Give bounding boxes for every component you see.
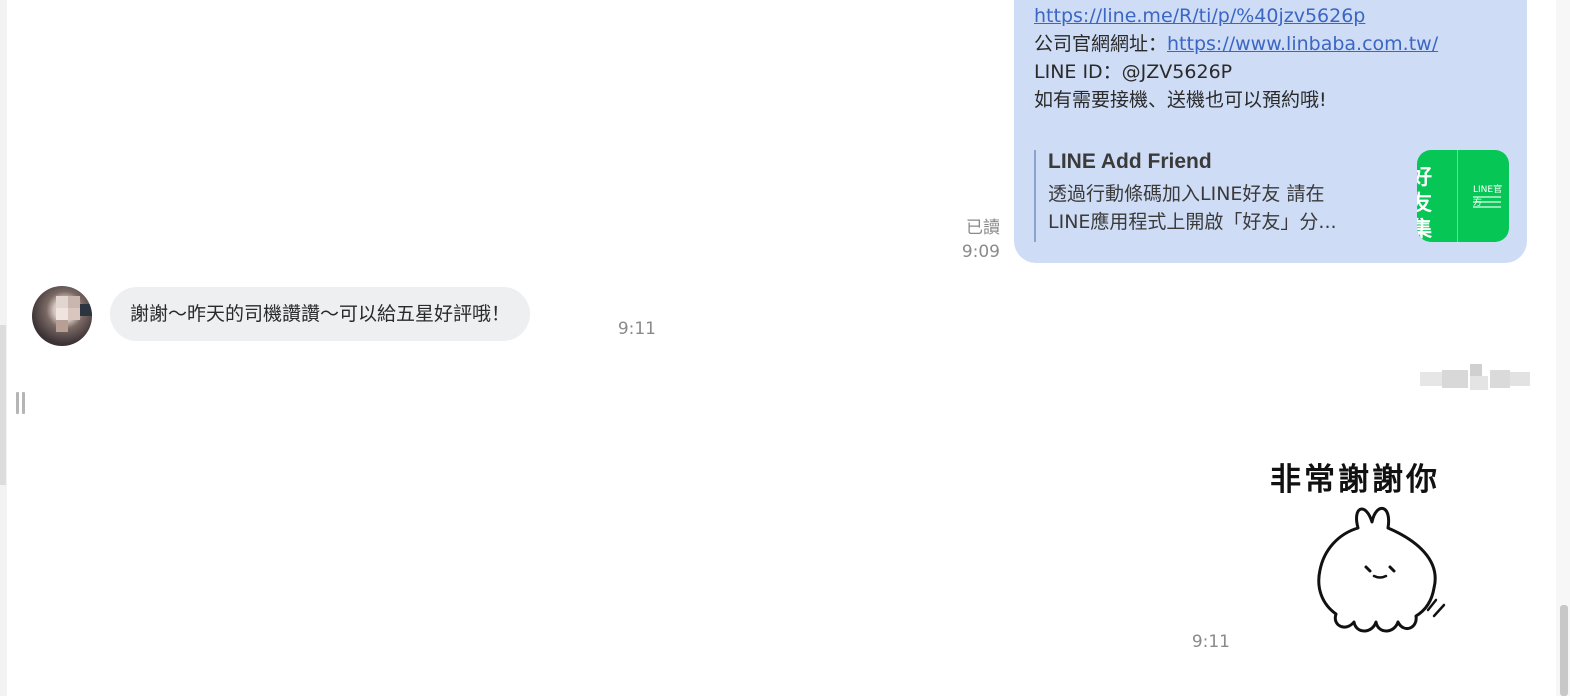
sender-name-blurred — [1420, 364, 1532, 394]
incoming-message-time: 9:11 — [617, 319, 656, 339]
avatar-pixel — [56, 308, 68, 320]
avatar-pixel — [68, 308, 80, 320]
note-text: 如有需要接機、送機也可以預約哦! — [1034, 89, 1327, 111]
message-text: https://line.me/R/ti/p/%40jzv5626p 公司官網網… — [1034, 2, 1438, 114]
drag-handle-icon[interactable] — [16, 392, 26, 414]
sticker-message-time: 9:11 — [1191, 632, 1230, 652]
link-preview-card[interactable]: LINE Add Friend 透過行動條碼加入LINE好友 請在 LINE應用… — [1034, 150, 1509, 242]
preview-thumbnail[interactable]: 好友集中 LINE官方 — [1417, 150, 1509, 242]
thumb-divider — [1457, 150, 1458, 242]
user-avatar-icon[interactable] — [32, 286, 92, 346]
message-time: 9:09 — [961, 242, 1000, 262]
rabbit-sticker[interactable]: 非常謝謝你 — [1266, 450, 1498, 640]
line-id-text: LINE ID：@JZV5626P — [1034, 61, 1233, 83]
rabbit-drawing — [1317, 507, 1446, 633]
thumb-lines — [1473, 196, 1501, 211]
left-scrollbar-thumb[interactable] — [0, 325, 6, 485]
outgoing-message-bubble[interactable]: https://line.me/R/ti/p/%40jzv5626p 公司官網網… — [1014, 0, 1527, 263]
preview-description: 透過行動條碼加入LINE好友 請在 LINE應用程式上開啟「好友」分... — [1048, 180, 1396, 236]
line-add-link[interactable]: https://line.me/R/ti/p/%40jzv5626p — [1034, 5, 1365, 27]
chat-scrollbar[interactable] — [1556, 0, 1570, 696]
preview-desc-line-2: LINE應用程式上開啟「好友」分... — [1048, 211, 1337, 233]
avatar-pixel — [56, 320, 68, 332]
avatar-pixel — [68, 296, 80, 308]
read-receipt: 已讀 — [966, 218, 1000, 238]
thumb-big-text: 好友集中 — [1417, 165, 1432, 241]
website-label: 公司官網網址： — [1034, 33, 1168, 55]
chat-scrollbar-thumb[interactable] — [1560, 605, 1568, 696]
website-link[interactable]: https://www.linbaba.com.tw/ — [1167, 33, 1438, 55]
incoming-message-bubble[interactable]: 謝謝～昨天的司機讚讚～可以給五星好評哦！ — [110, 287, 531, 341]
outgoing-message-meta: 已讀 9:09 — [930, 216, 1000, 264]
avatar-pixel — [80, 304, 92, 316]
preview-desc-line-1: 透過行動條碼加入LINE好友 請在 — [1048, 183, 1325, 205]
avatar-pixel — [56, 296, 68, 308]
left-panel-edge — [0, 0, 7, 696]
